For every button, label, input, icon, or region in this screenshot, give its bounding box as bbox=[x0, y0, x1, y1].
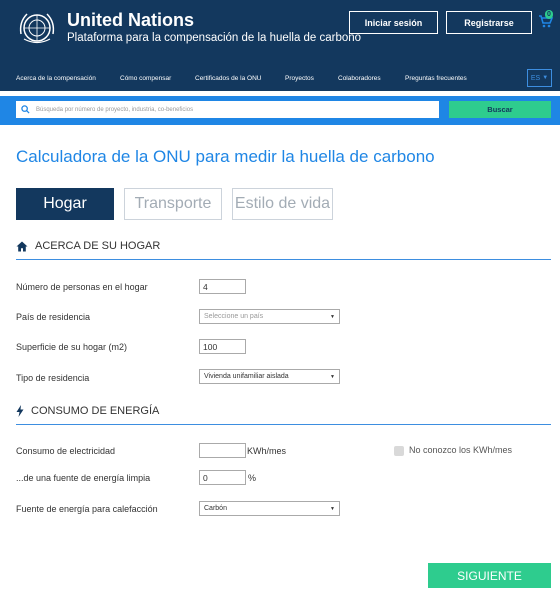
language-select[interactable]: ES ▼ bbox=[527, 69, 552, 87]
chevron-down-icon: ▼ bbox=[542, 75, 549, 81]
people-input[interactable]: 4 bbox=[199, 279, 246, 294]
nav-item-faq[interactable]: Preguntas frecuentes bbox=[405, 75, 467, 82]
section-home-title: ACERCA DE SU HOGAR bbox=[35, 240, 161, 252]
people-label: Número de personas en el hogar bbox=[16, 282, 148, 292]
brand-subtitle: Plataforma para la compensación de la hu… bbox=[67, 32, 362, 44]
clean-energy-input[interactable]: 0 bbox=[199, 470, 246, 485]
nav-item-certificates[interactable]: Certificados de la ONU bbox=[195, 75, 261, 82]
home-icon bbox=[16, 241, 28, 251]
tab-lifestyle[interactable]: Estilo de vida bbox=[232, 188, 333, 220]
chevron-down-icon: ▼ bbox=[330, 505, 335, 512]
tab-home[interactable]: Hogar bbox=[16, 188, 114, 220]
chevron-down-icon: ▼ bbox=[330, 313, 335, 320]
next-button[interactable]: SIGUIENTE bbox=[428, 563, 551, 588]
brand-title: United Nations bbox=[67, 10, 195, 30]
heating-select[interactable]: Carbón ▼ bbox=[199, 501, 340, 516]
area-input[interactable]: 100 bbox=[199, 339, 246, 354]
electricity-unit: KWh/mes bbox=[247, 446, 287, 456]
residence-type-select[interactable]: Vivienda unifamiliar aislada ▼ bbox=[199, 369, 340, 384]
clean-energy-label: ...de una fuente de energía limpia bbox=[16, 473, 151, 483]
login-button[interactable]: Iniciar sesión bbox=[349, 11, 438, 34]
heating-label: Fuente de energía para calefacción bbox=[16, 504, 158, 514]
country-select[interactable]: Seleccione un país ▼ bbox=[199, 309, 340, 324]
section-divider bbox=[16, 424, 551, 425]
search-button[interactable]: Buscar bbox=[449, 101, 551, 118]
tab-transport[interactable]: Transporte bbox=[124, 188, 222, 220]
section-energy-header: CONSUMO DE ENERGÍA bbox=[16, 405, 159, 417]
chevron-down-icon: ▼ bbox=[330, 373, 335, 380]
heating-value: Carbón bbox=[204, 505, 227, 512]
area-label: Superficie de su hogar (m2) bbox=[16, 342, 128, 352]
country-label: País de residencia bbox=[16, 312, 91, 322]
clean-energy-unit: % bbox=[248, 473, 257, 483]
unknown-kwh-label[interactable]: No conozco los KWh/mes bbox=[409, 445, 512, 455]
language-value: ES bbox=[530, 74, 541, 82]
search-icon bbox=[21, 105, 30, 114]
section-home-header: ACERCA DE SU HOGAR bbox=[16, 240, 160, 252]
register-button[interactable]: Registrarse bbox=[446, 11, 532, 34]
un-emblem-logo[interactable] bbox=[15, 8, 59, 48]
cart-count-badge: 0 bbox=[545, 10, 553, 19]
page-title: Calculadora de la ONU para medir la huel… bbox=[16, 147, 435, 166]
nav-item-projects[interactable]: Proyectos bbox=[285, 75, 314, 82]
search-input[interactable]: Búsqueda por número de proyecto, industr… bbox=[16, 101, 439, 118]
electricity-label: Consumo de electricidad bbox=[16, 446, 116, 456]
lightning-icon bbox=[16, 405, 24, 417]
nav-item-partners[interactable]: Colaboradores bbox=[338, 75, 381, 82]
section-divider bbox=[16, 259, 551, 260]
section-energy-title: CONSUMO DE ENERGÍA bbox=[31, 405, 160, 417]
nav-item-how[interactable]: Cómo compensar bbox=[120, 75, 171, 82]
country-select-value: Seleccione un país bbox=[204, 313, 264, 320]
unknown-kwh-checkbox[interactable] bbox=[394, 446, 404, 456]
residence-type-label: Tipo de residencia bbox=[16, 373, 90, 383]
nav-item-about[interactable]: Acerca de la compensación bbox=[16, 75, 96, 82]
residence-type-value: Vivienda unifamiliar aislada bbox=[204, 373, 289, 380]
electricity-input[interactable] bbox=[199, 443, 246, 458]
